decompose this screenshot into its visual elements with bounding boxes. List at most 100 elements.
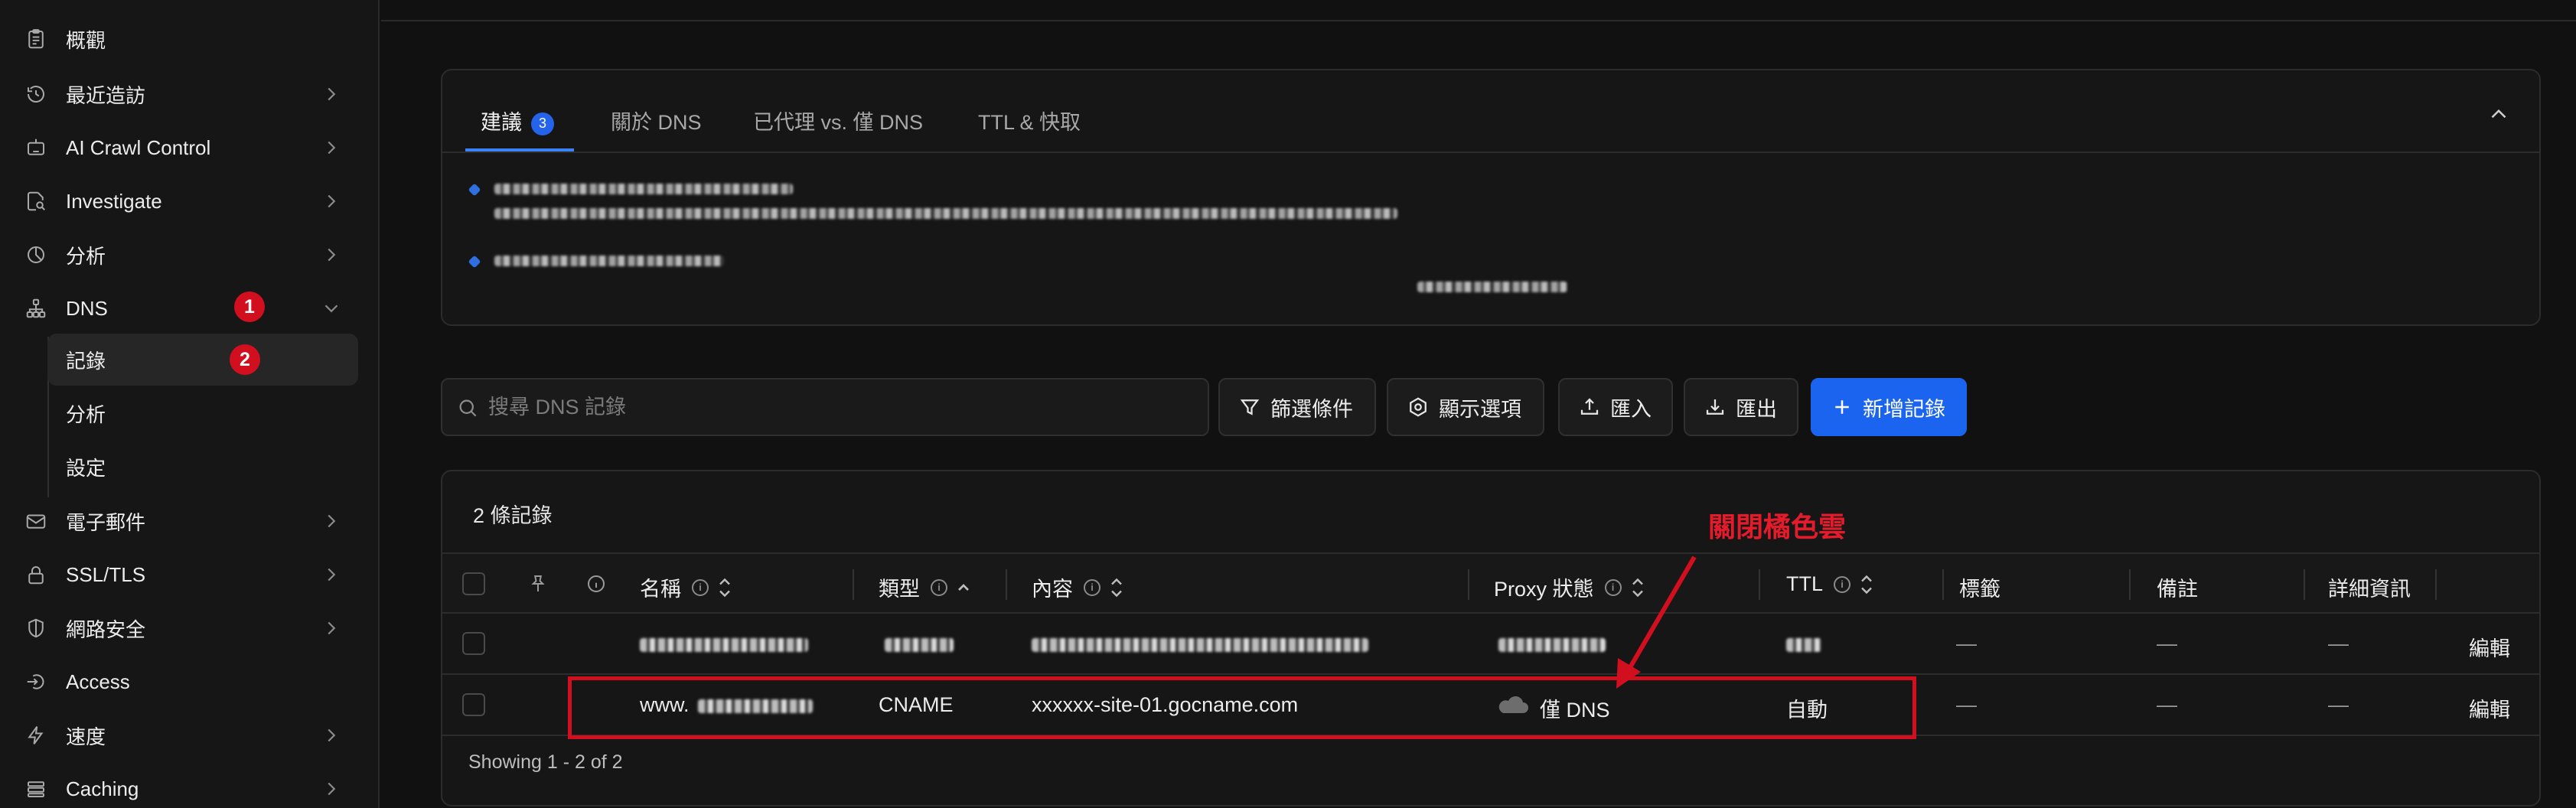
sidebar-item-email[interactable]: 電子郵件: [0, 497, 380, 545]
sidebar: 概觀 最近造訪 AI Crawl Control Investigate 分析 …: [0, 0, 380, 808]
sidebar-item-label: 分析: [66, 244, 106, 268]
sidebar-subitem-analytics[interactable]: 分析: [47, 387, 358, 439]
info-icon: i: [1084, 578, 1101, 596]
redacted-text: [494, 208, 1397, 219]
sidebar-item-label: 網路安全: [66, 617, 146, 641]
suggestion-bullet: [468, 183, 481, 197]
tags-cell: —: [1956, 693, 1977, 716]
sidebar-subitem-label: 記錄: [66, 349, 106, 373]
sidebar-item-recent[interactable]: 最近造訪: [0, 70, 380, 118]
tab-suggestions[interactable]: 建議 3: [481, 106, 554, 135]
sidebar-item-analytics[interactable]: 分析: [0, 231, 380, 279]
header-divider: [381, 20, 2576, 21]
info-icon: i: [931, 578, 947, 596]
sort-ascending-icon: [955, 576, 972, 599]
redacted-name: [640, 638, 808, 652]
sidebar-item-label: 速度: [66, 725, 106, 748]
table-header: 名稱 i 類型 i 內容 i Proxy 狀態 i TTL i 標籤 備註 詳細資訊: [442, 552, 2539, 614]
add-record-label: 新增記錄: [1863, 397, 1945, 421]
sidebar-item-ai-crawl-control[interactable]: AI Crawl Control: [0, 124, 380, 171]
search-input-wrapper[interactable]: [441, 378, 1209, 436]
export-button[interactable]: 匯出: [1684, 378, 1798, 436]
tab-proxied-vs-dns-only[interactable]: 已代理 vs. 僅 DNS: [753, 106, 923, 135]
tab-about-dns[interactable]: 關於 DNS: [611, 106, 702, 135]
select-all-checkbox[interactable]: [462, 572, 485, 595]
sidebar-item-label: DNS: [66, 296, 108, 320]
records-table-card: 2 條記錄 名稱 i 類型 i 內容 i Proxy 狀態 i TTL i 標籤 備註 詳…: [441, 470, 2541, 806]
info-icon: i: [692, 578, 709, 596]
column-header-type[interactable]: 類型 i: [879, 572, 972, 602]
sidebar-item-caching[interactable]: Caching: [0, 765, 380, 808]
access-icon: [23, 669, 49, 695]
robot-icon: [23, 135, 49, 161]
sort-icon: [1108, 576, 1125, 599]
sidebar-item-investigate[interactable]: Investigate: [0, 178, 380, 225]
plus-icon: [1831, 396, 1854, 419]
lock-icon: [23, 562, 49, 588]
details-cell: —: [2328, 632, 2349, 655]
chevron-right-icon: [320, 777, 343, 800]
sidebar-item-overview[interactable]: 概觀: [0, 15, 380, 63]
annotation-arrow: [1616, 556, 1697, 689]
tab-label: 建議: [481, 111, 522, 134]
redacted-content: [1032, 638, 1368, 652]
add-record-button[interactable]: 新增記錄: [1811, 378, 1967, 436]
tab-bar: 建議 3 關於 DNS 已代理 vs. 僅 DNS TTL & 快取: [442, 70, 2539, 153]
pin-icon[interactable]: [527, 572, 549, 595]
sidebar-subitem-records[interactable]: 記錄: [47, 334, 358, 386]
table-row[interactable]: — — — 編輯: [442, 614, 2539, 675]
export-label: 匯出: [1736, 397, 1777, 421]
sidebar-item-label: SSL/TLS: [66, 562, 146, 586]
column-label: 類型: [879, 578, 920, 601]
info-icon: i: [1834, 575, 1851, 593]
column-separator: [1006, 569, 1007, 600]
notes-cell: —: [2157, 632, 2177, 655]
sidebar-item-label: Caching: [66, 777, 139, 800]
redacted-proxy: [1498, 638, 1606, 652]
lightning-icon: [23, 722, 49, 748]
sidebar-subitem-label: 設定: [66, 456, 106, 480]
column-header-tags[interactable]: 標籤: [1959, 572, 2000, 602]
details-cell: —: [2328, 693, 2349, 716]
sidebar-item-ssl-tls[interactable]: SSL/TLS: [0, 551, 380, 598]
edit-button[interactable]: 編輯: [2469, 632, 2510, 662]
sidebar-item-access[interactable]: Access: [0, 658, 380, 705]
column-separator: [2435, 569, 2437, 600]
import-button[interactable]: 匯入: [1558, 378, 1673, 436]
edit-button[interactable]: 編輯: [2469, 693, 2510, 723]
sidebar-subitem-settings[interactable]: 設定: [47, 441, 358, 493]
column-header-name[interactable]: 名稱 i: [640, 572, 733, 602]
column-header-details[interactable]: 詳細資訊: [2328, 572, 2411, 602]
chevron-up-icon[interactable]: [2486, 101, 2512, 127]
column-header-ttl[interactable]: TTL i: [1786, 572, 1875, 596]
tab-ttl-cache[interactable]: TTL & 快取: [978, 106, 1081, 135]
search-icon: [456, 396, 479, 419]
chevron-right-icon: [320, 617, 343, 640]
sidebar-item-security[interactable]: 網路安全: [0, 604, 380, 652]
chevron-right-icon: [320, 243, 343, 266]
chevron-right-icon: [320, 190, 343, 213]
row-checkbox[interactable]: [462, 693, 485, 716]
column-label: TTL: [1786, 572, 1824, 595]
column-separator: [2129, 569, 2131, 600]
column-separator: [1942, 569, 1944, 600]
download-icon: [1704, 396, 1727, 419]
column-label: 內容: [1032, 578, 1073, 601]
filter-button-label: 篩選條件: [1270, 397, 1353, 421]
stack-icon: [23, 776, 49, 802]
column-label: 名稱: [640, 578, 681, 601]
redacted-text: [1417, 282, 1567, 292]
sidebar-item-dns[interactable]: DNS: [0, 285, 380, 332]
sidebar-item-speed[interactable]: 速度: [0, 712, 380, 759]
column-header-notes[interactable]: 備註: [2157, 572, 2198, 602]
display-options-button[interactable]: 顯示選項: [1387, 378, 1544, 436]
recommendations-card: 建議 3 關於 DNS 已代理 vs. 僅 DNS TTL & 快取: [441, 69, 2541, 326]
column-header-content[interactable]: 內容 i: [1032, 572, 1125, 602]
row-checkbox[interactable]: [462, 632, 485, 655]
info-icon: [585, 572, 608, 595]
filter-button[interactable]: 篩選條件: [1218, 378, 1376, 436]
settings-icon: [1407, 396, 1430, 419]
notes-cell: —: [2157, 693, 2177, 716]
records-count: 2 條記錄: [473, 504, 553, 527]
search-input[interactable]: [488, 380, 1192, 435]
